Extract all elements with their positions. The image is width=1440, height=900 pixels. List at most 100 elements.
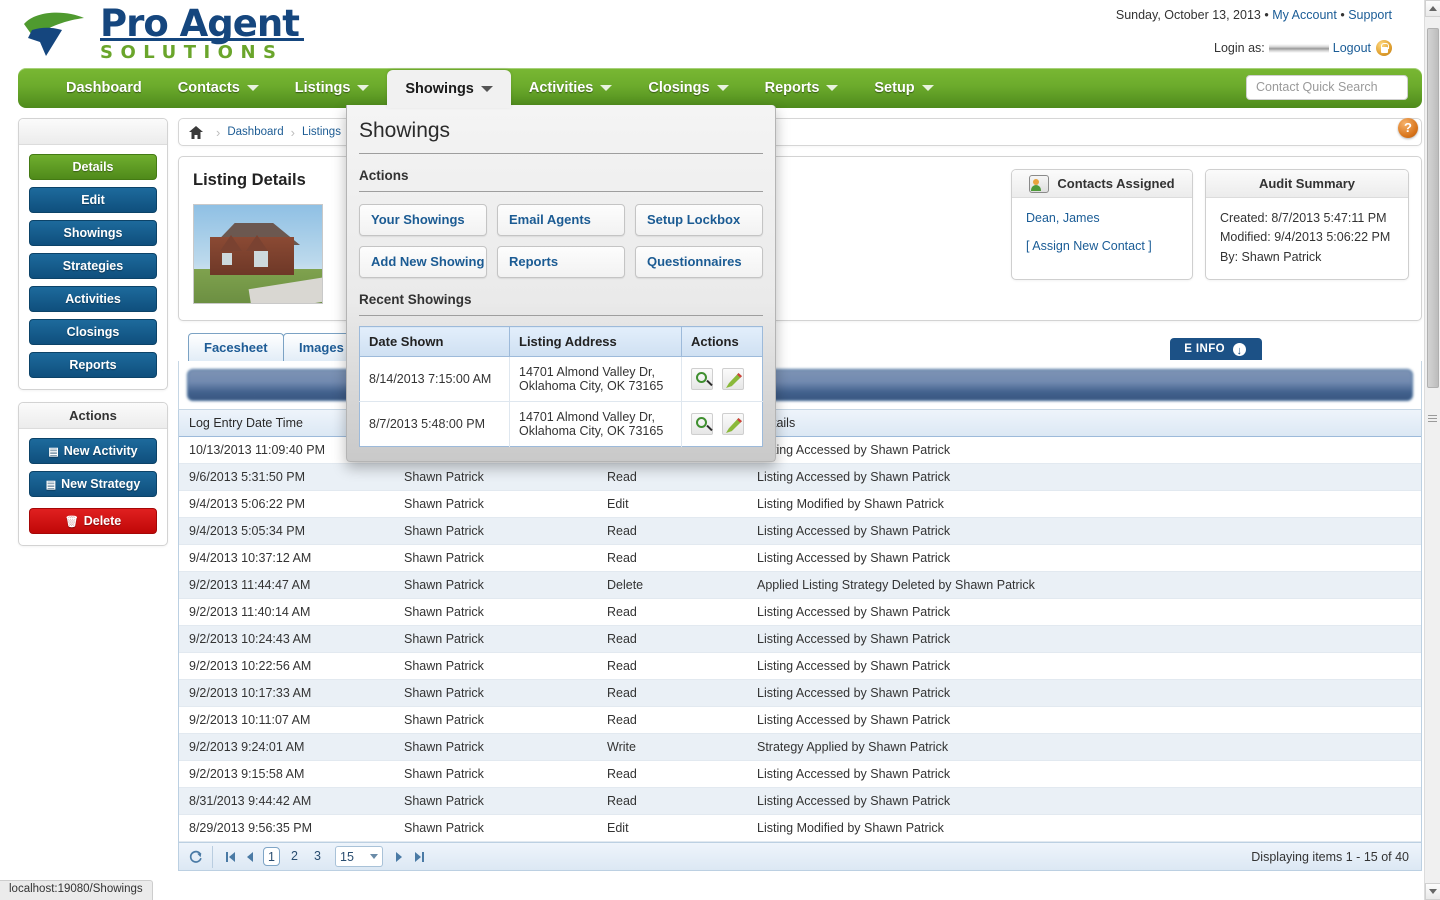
sidebar-item-details[interactable]: Details — [29, 154, 157, 180]
table-row[interactable]: 9/2/2013 10:22:56 AMShawn PatrickReadLis… — [179, 653, 1421, 680]
next-page-button[interactable] — [389, 847, 409, 867]
log-details: Applied Listing Strategy Deleted by Shaw… — [747, 572, 1421, 599]
pagination-bar: 1 2 3 15 Displaying items 1 - 15 of 40 — [179, 842, 1421, 870]
breadcrumb-item-listings[interactable]: Listings — [302, 126, 341, 138]
scrollbar-thumb[interactable] — [1427, 28, 1439, 388]
delete-button[interactable]: 🗑Delete — [29, 508, 157, 534]
refresh-icon[interactable] — [185, 847, 205, 867]
log-user: Shawn Patrick — [394, 545, 597, 572]
first-page-button[interactable] — [220, 847, 240, 867]
tab-info-banner[interactable]: E INFO — [1170, 338, 1262, 360]
login-as-label: Login as: — [1214, 41, 1265, 55]
recent-showing-row[interactable]: 8/7/2013 5:48:00 PM14701 Almond Valley D… — [360, 402, 763, 447]
nav-label-contacts: Contacts — [178, 80, 240, 96]
nav-item-showings[interactable]: Showings — [387, 70, 510, 108]
sidebar-item-edit[interactable]: Edit — [29, 187, 157, 213]
contacts-assigned-title: Contacts Assigned — [1057, 176, 1174, 191]
sidebar-nav-body: Details Edit Showings Strategies Activit… — [19, 145, 167, 389]
tab-facesheet[interactable]: Facesheet — [188, 333, 284, 361]
new-strategy-button[interactable]: ▤New Strategy — [29, 471, 157, 497]
table-row[interactable]: 9/2/2013 9:24:01 AMShawn PatrickWriteStr… — [179, 734, 1421, 761]
your-showings-button[interactable]: Your Showings — [359, 204, 487, 236]
scroll-down-button[interactable] — [1425, 883, 1440, 900]
recent-showings-thead: Date Shown Listing Address Actions — [360, 327, 763, 357]
log-date: 8/29/2013 9:56:35 PM — [179, 815, 394, 842]
log-details: Strategy Applied by Shawn Patrick — [747, 734, 1421, 761]
chevron-down-icon — [370, 854, 378, 859]
table-row[interactable]: 9/2/2013 10:11:07 AMShawn PatrickReadLis… — [179, 707, 1421, 734]
log-user: Shawn Patrick — [394, 572, 597, 599]
sidebar-actions-header: Actions — [19, 403, 167, 429]
contact-quick-search-input[interactable]: Contact Quick Search — [1246, 75, 1408, 100]
questionnaires-button[interactable]: Questionnaires — [635, 246, 763, 278]
add-new-showing-button[interactable]: Add New Showing — [359, 246, 487, 278]
table-row[interactable]: 9/2/2013 11:44:47 AMShawn PatrickDeleteA… — [179, 572, 1421, 599]
help-icon[interactable]: ? — [1398, 118, 1418, 138]
nav-item-setup[interactable]: Setup — [856, 68, 951, 108]
scroll-up-button[interactable] — [1425, 0, 1440, 17]
nav-item-contacts[interactable]: Contacts — [160, 68, 277, 108]
edit-icon[interactable] — [722, 413, 744, 435]
dropdown-action-grid: Your Showings Email Agents Setup Lockbox… — [359, 204, 763, 278]
assigned-contact-link[interactable]: Dean, James — [1026, 209, 1178, 228]
sidebar-item-showings[interactable]: Showings — [29, 220, 157, 246]
my-account-link[interactable]: My Account — [1272, 8, 1337, 22]
table-row[interactable]: 8/31/2013 9:44:42 AMShawn PatrickReadLis… — [179, 788, 1421, 815]
brand-logo[interactable]: Pro Agent SOLUTIONS — [22, 5, 304, 62]
log-user: Shawn Patrick — [394, 680, 597, 707]
table-row[interactable]: 9/6/2013 5:31:50 PMShawn PatrickReadList… — [179, 464, 1421, 491]
sidebar-item-closings[interactable]: Closings — [29, 319, 157, 345]
home-icon[interactable] — [183, 119, 209, 145]
col-listing-address: Listing Address — [510, 327, 682, 357]
page-size-select[interactable]: 15 — [335, 846, 383, 867]
nav-item-closings[interactable]: Closings — [630, 68, 746, 108]
reports-button[interactable]: Reports — [497, 246, 625, 278]
page-button-1[interactable]: 1 — [263, 847, 280, 866]
status-bar: localhost:19080/Showings — [0, 880, 153, 900]
view-icon[interactable] — [691, 413, 713, 435]
recent-showings-tbody: 8/14/2013 7:15:00 AM14701 Almond Valley … — [360, 357, 763, 447]
nav-item-reports[interactable]: Reports — [747, 68, 857, 108]
col-details[interactable]: Details — [747, 410, 1421, 437]
new-activity-button[interactable]: ▤New Activity — [29, 438, 157, 464]
page-button-3[interactable]: 3 — [309, 847, 326, 866]
email-agents-button[interactable]: Email Agents — [497, 204, 625, 236]
view-icon[interactable] — [691, 368, 713, 390]
table-row[interactable]: 9/2/2013 11:40:14 AMShawn PatrickReadLis… — [179, 599, 1421, 626]
table-row[interactable]: 9/2/2013 9:15:58 AMShawn PatrickReadList… — [179, 761, 1421, 788]
sidebar-item-reports[interactable]: Reports — [29, 352, 157, 378]
setup-lockbox-button[interactable]: Setup Lockbox — [635, 204, 763, 236]
recent-showings-heading: Recent Showings — [359, 292, 763, 307]
log-date: 9/4/2013 5:05:34 PM — [179, 518, 394, 545]
support-link[interactable]: Support — [1348, 8, 1392, 22]
edit-icon[interactable] — [722, 368, 744, 390]
logout-link[interactable]: Logout — [1333, 41, 1371, 55]
table-row[interactable]: 8/29/2013 9:56:35 PMShawn PatrickEditLis… — [179, 815, 1421, 842]
log-date: 9/2/2013 10:17:33 AM — [179, 680, 394, 707]
nav-item-listings[interactable]: Listings — [277, 68, 388, 108]
log-action: Read — [597, 518, 747, 545]
property-photo[interactable] — [193, 204, 323, 304]
last-page-button[interactable] — [409, 847, 429, 867]
table-row[interactable]: 9/4/2013 5:06:22 PMShawn PatrickEditList… — [179, 491, 1421, 518]
assign-new-contact-link[interactable]: [ Assign New Contact ] — [1026, 237, 1178, 256]
nav-item-activities[interactable]: Activities — [511, 68, 630, 108]
nav-item-dashboard[interactable]: Dashboard — [48, 68, 160, 108]
table-row[interactable]: 9/2/2013 10:24:43 AMShawn PatrickReadLis… — [179, 626, 1421, 653]
table-row[interactable]: 9/4/2013 10:37:12 AMShawn PatrickReadLis… — [179, 545, 1421, 572]
page-scrollbar[interactable] — [1424, 0, 1440, 900]
recent-showing-row[interactable]: 8/14/2013 7:15:00 AM14701 Almond Valley … — [360, 357, 763, 402]
page-button-2[interactable]: 2 — [286, 847, 303, 866]
sidebar-item-activities[interactable]: Activities — [29, 286, 157, 312]
audit-summary-title: Audit Summary — [1259, 176, 1355, 191]
address-line-2: Oklahoma City, OK 73165 — [519, 424, 663, 438]
calendar-icon: ▤ — [48, 446, 58, 458]
breadcrumb-item-dashboard[interactable]: Dashboard — [227, 126, 283, 138]
sidebar-item-strategies[interactable]: Strategies — [29, 253, 157, 279]
prev-page-button[interactable] — [240, 847, 260, 867]
showing-address: 14701 Almond Valley Dr,Oklahoma City, OK… — [510, 357, 682, 402]
log-user: Shawn Patrick — [394, 734, 597, 761]
table-row[interactable]: 9/4/2013 5:05:34 PMShawn PatrickReadList… — [179, 518, 1421, 545]
table-row[interactable]: 9/2/2013 10:17:33 AMShawn PatrickReadLis… — [179, 680, 1421, 707]
delete-label: Delete — [84, 514, 122, 528]
